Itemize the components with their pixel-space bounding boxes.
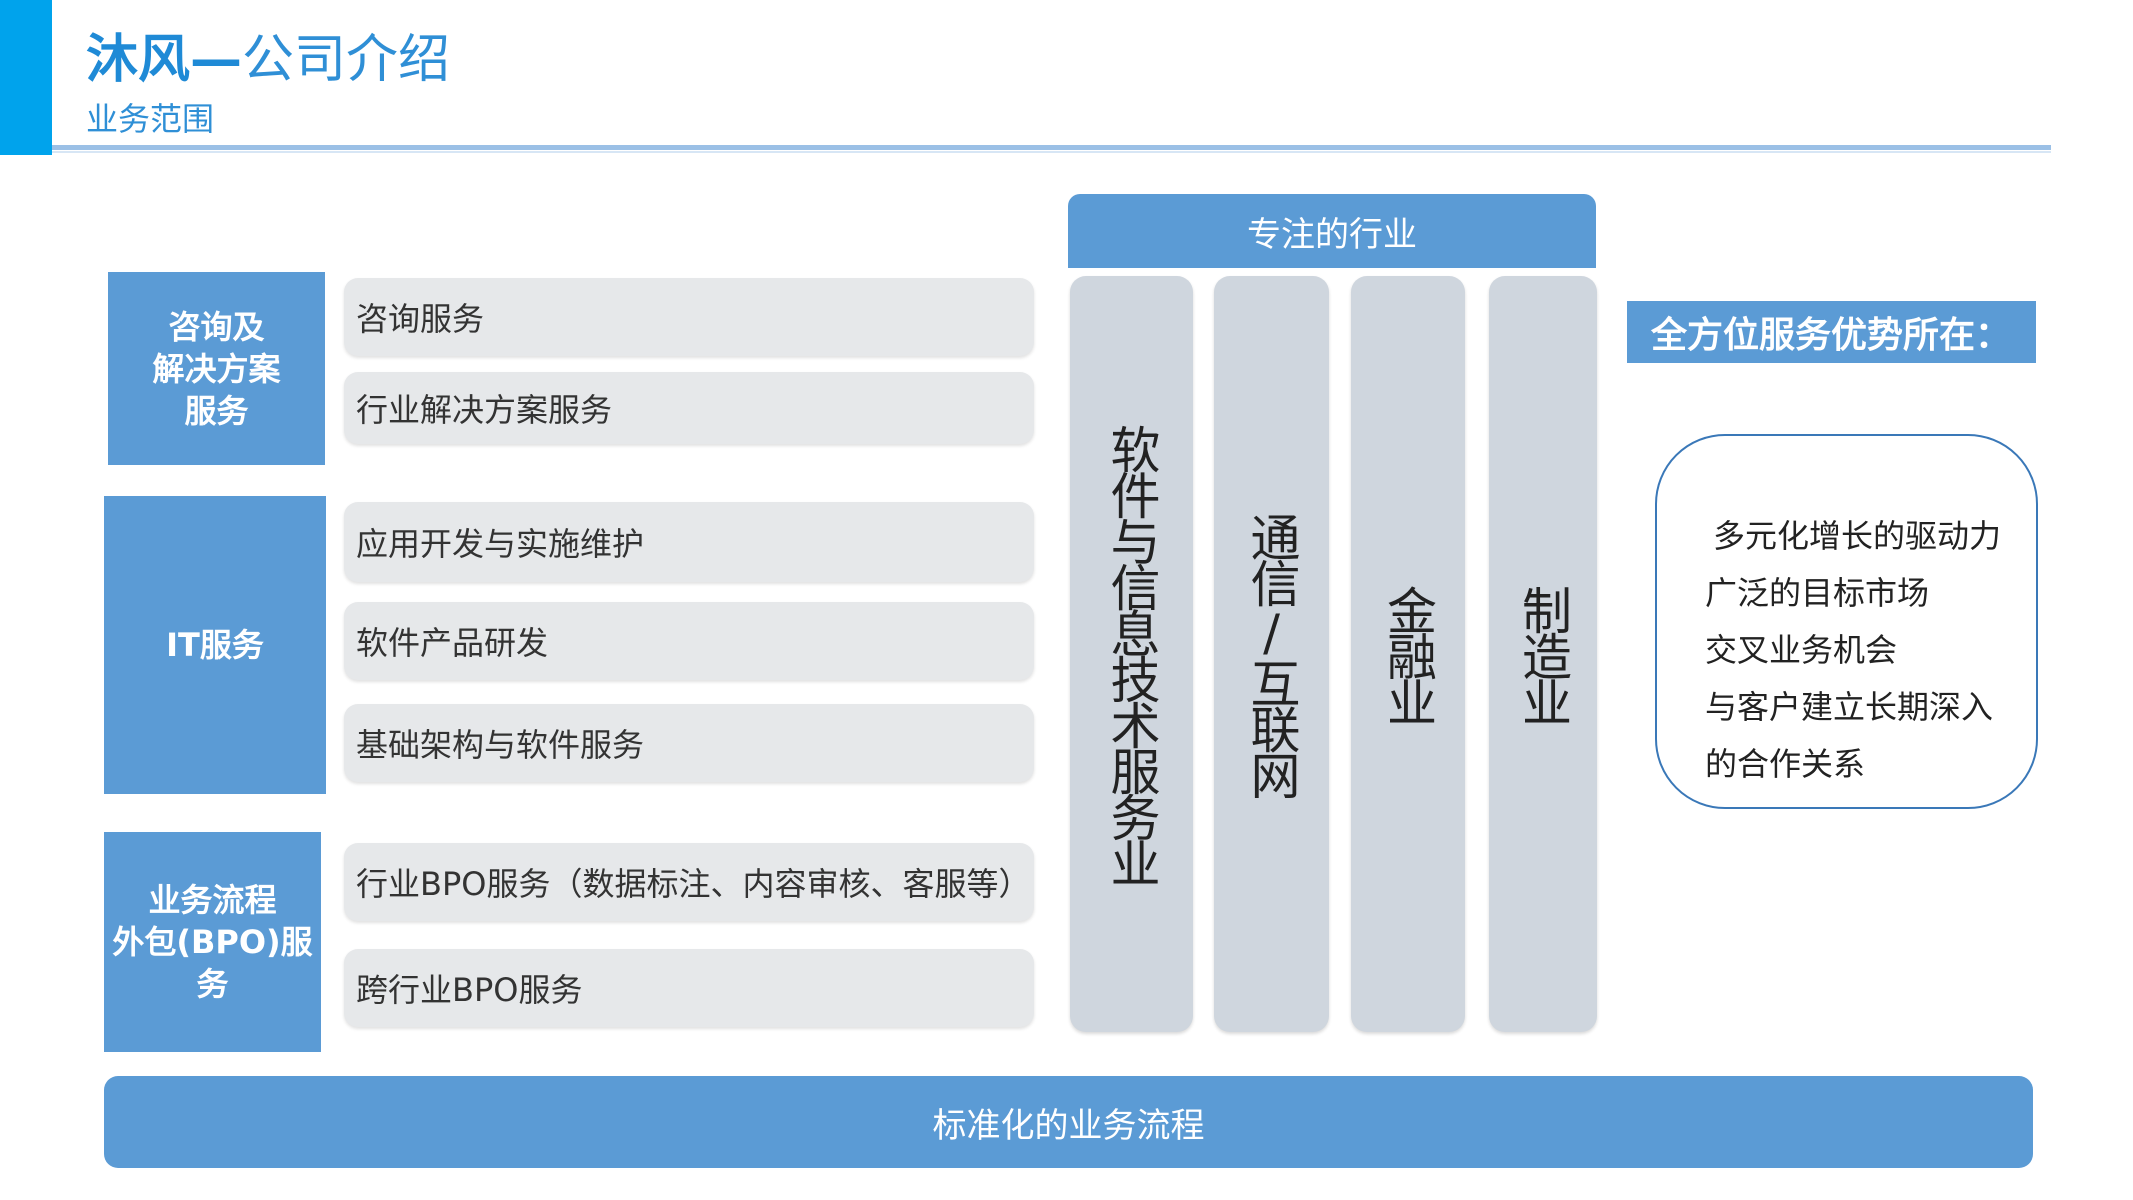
service-label: 行业解决方案服务 [356,391,613,429]
service-label: 跨行业BPO服务 [356,971,583,1009]
page-subtitle: 业务范围 [86,100,215,138]
industry-label: 金融业 [1379,585,1437,723]
industry-column-finance: 金融业 [1351,276,1465,1032]
service-label: 应用开发与实施维护 [356,525,645,563]
service-item: 行业BPO服务（数据标注、内容审核、客服等） [344,843,1034,921]
industry-label: 软件与信息技术服务业 [1102,424,1161,884]
advantage-item: 与客户建立长期深入 [1705,688,1994,726]
industry-column-manufacturing: 制造业 [1489,276,1597,1032]
page-title: 沐风—公司介绍 [86,28,450,92]
service-item: 基础架构与软件服务 [344,704,1034,782]
service-label: 软件产品研发 [356,624,549,662]
category-label-line: 务 [196,965,229,1003]
service-label: 基础架构与软件服务 [356,726,645,764]
industry-label: 制造业 [1514,585,1572,723]
category-it-services: IT服务 [104,496,326,794]
advantage-item: 多元化增长的驱动力 [1713,517,2002,555]
service-label: 咨询服务 [356,300,485,338]
category-label-line: 咨询及 [168,307,265,346]
advantage-item: 广泛的目标市场 [1705,574,1930,612]
advantage-item: 交叉业务机会 [1705,631,1898,669]
category-label-line: IT服务 [166,626,264,664]
category-label-line: 业务流程 [148,881,277,919]
industry-column-software: 软件与信息技术服务业 [1070,276,1193,1032]
service-label: 行业BPO服务（数据标注、内容审核、客服等） [356,865,1031,903]
industries-header: 专注的行业 [1068,194,1596,268]
header-divider [52,145,2051,150]
industry-column-telecom: 通信/互联网 [1214,276,1329,1032]
industry-label: 通信/互联网 [1242,512,1301,796]
title-text: 公司介绍 [242,30,451,90]
header-divider-shadow [52,151,2051,153]
advantages-list: 多元化增长的驱动力 广泛的目标市场 交叉业务机会 与客户建立长期深入 的合作关系 [1705,508,2035,793]
brand-name: 沐风 [86,30,191,90]
advantages-header: 全方位服务优势所在： [1627,301,2036,363]
service-item: 咨询服务 [344,278,1034,356]
service-item: 跨行业BPO服务 [344,949,1034,1027]
category-label-line: 服务 [184,391,249,430]
standardized-process-bar: 标准化的业务流程 [104,1076,2033,1168]
category-label-line: 解决方案 [152,349,281,388]
category-label-line: 外包(BPO)服 [112,923,313,961]
service-item: 行业解决方案服务 [344,372,1034,444]
category-consulting: 咨询及 解决方案 服务 [108,272,325,465]
service-item: 应用开发与实施维护 [344,502,1034,582]
title-dash: — [190,30,243,90]
advantage-item: 的合作关系 [1705,745,1866,783]
service-item: 软件产品研发 [344,602,1034,680]
header-accent-bar [0,0,52,155]
category-bpo: 业务流程 外包(BPO)服 务 [104,832,321,1052]
